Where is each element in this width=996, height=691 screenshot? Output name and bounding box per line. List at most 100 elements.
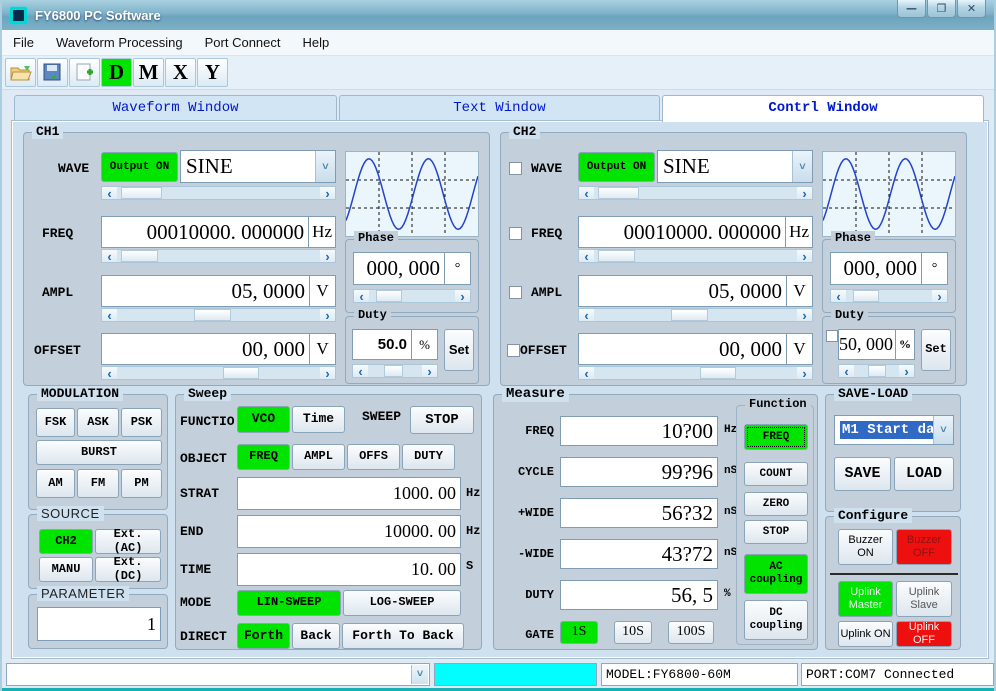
ch2-duty-field[interactable]: 50, 000 % — [838, 329, 915, 360]
ch2-ampl-scrollbar[interactable]: ‹ › — [578, 308, 813, 322]
gate-1s-button[interactable]: 1S — [560, 621, 598, 644]
ch2-phase-field[interactable]: 000, 000 ° — [830, 252, 948, 285]
menu-port-connect[interactable]: Port Connect — [194, 31, 292, 54]
uplink-on-button[interactable]: Uplink ON — [838, 621, 893, 647]
scroll-left-icon[interactable]: ‹ — [831, 290, 846, 302]
scroll-right-icon[interactable]: › — [797, 309, 812, 321]
function-count-button[interactable]: COUNT — [744, 462, 808, 486]
scroll-left-icon[interactable]: ‹ — [102, 309, 117, 321]
ch2-freq-field[interactable]: 00010000. 000000 Hz — [578, 216, 813, 248]
modulation-psk-button[interactable]: PSK — [121, 408, 162, 437]
scroll-left-icon[interactable]: ‹ — [579, 187, 594, 199]
sweep-end-field[interactable]: 10000. 00 — [237, 515, 461, 548]
chevron-down-icon[interactable]: ˅ — [792, 151, 812, 182]
scroll-right-icon[interactable]: › — [797, 187, 812, 199]
modulation-ask-button[interactable]: ASK — [77, 408, 119, 437]
sweep-lin-sweep-button[interactable]: LIN-SWEEP — [237, 590, 341, 616]
ch1-phase-scrollbar[interactable]: ‹ › — [353, 289, 471, 303]
scrollbar-track[interactable] — [117, 250, 320, 262]
scrollbar-track[interactable] — [594, 309, 797, 321]
modulation-am-button[interactable]: AM — [36, 469, 75, 498]
scroll-left-icon[interactable]: ‹ — [102, 187, 117, 199]
scrollbar-thumb[interactable] — [376, 290, 402, 302]
ch2-ampl-field[interactable]: 05, 0000 V — [578, 275, 813, 307]
ch2-phase-value[interactable]: 000, 000 — [831, 256, 921, 281]
tool-m-button[interactable]: M — [133, 58, 164, 87]
buzzer-on-button[interactable]: Buzzer ON — [838, 529, 893, 565]
ch2-offset-checkbox[interactable] — [507, 344, 520, 357]
scroll-right-icon[interactable]: › — [320, 367, 335, 379]
ch1-phase-value[interactable]: 000, 000 — [354, 256, 444, 281]
scroll-left-icon[interactable]: ‹ — [102, 250, 117, 262]
scroll-right-icon[interactable]: › — [455, 290, 470, 302]
source-ext-dc-button[interactable]: Ext. (DC) — [95, 557, 161, 582]
sweep-time-button[interactable]: Time — [292, 406, 345, 433]
scrollbar-thumb[interactable] — [700, 367, 737, 379]
tool-y-button[interactable]: Y — [197, 58, 228, 87]
status-message-select[interactable]: ˅ — [6, 663, 430, 686]
title-bar[interactable]: FY6800 PC Software — ❐ ✕ — [2, 0, 994, 30]
scrollbar-thumb[interactable] — [121, 187, 162, 199]
modulation-burst-button[interactable]: BURST — [36, 440, 162, 465]
source-ext-ac-button[interactable]: Ext. (AC) — [95, 529, 161, 554]
ch2-freq-scrollbar[interactable]: ‹ › — [578, 249, 813, 263]
scrollbar-track[interactable] — [369, 290, 455, 302]
modulation-fsk-button[interactable]: FSK — [36, 408, 75, 437]
source-manu-button[interactable]: MANU — [39, 557, 93, 582]
buzzer-off-button[interactable]: Buzzer OFF — [896, 529, 952, 565]
scrollbar-thumb[interactable] — [384, 365, 403, 377]
maximize-button[interactable]: ❐ — [927, 0, 956, 18]
sweep-time-field[interactable]: 10. 00 — [237, 553, 461, 586]
ch1-freq-field[interactable]: 00010000. 000000 Hz — [101, 216, 336, 248]
ch1-offset-field[interactable]: 00, 000 V — [101, 333, 336, 365]
close-button[interactable]: ✕ — [957, 0, 986, 18]
ch2-offset-field[interactable]: 00, 000 V — [578, 333, 813, 365]
scroll-right-icon[interactable]: › — [320, 250, 335, 262]
scrollbar-track[interactable] — [117, 309, 320, 321]
scroll-right-icon[interactable]: › — [320, 309, 335, 321]
ch1-duty-set-button[interactable]: Set — [444, 329, 474, 371]
tab-contrl-window[interactable]: Contrl Window — [662, 95, 984, 122]
chevron-down-icon[interactable]: ˅ — [411, 665, 428, 684]
scrollbar-track[interactable] — [117, 187, 320, 199]
sweep-direct-forth-to-back-button[interactable]: Forth To Back — [342, 623, 464, 649]
gate-10s-button[interactable]: 10S — [614, 621, 652, 644]
parameter-field[interactable]: 1 — [37, 607, 161, 641]
scroll-right-icon[interactable]: › — [797, 250, 812, 262]
ch2-duty-checkbox[interactable] — [826, 330, 838, 342]
chevron-down-icon[interactable]: ˅ — [315, 151, 335, 182]
sweep-log-sweep-button[interactable]: LOG-SWEEP — [343, 590, 461, 616]
scrollbar-thumb[interactable] — [194, 309, 231, 321]
minimize-button[interactable]: — — [897, 0, 926, 18]
ch2-wave-select[interactable]: SINE ˅ — [657, 150, 813, 183]
gate-100s-button[interactable]: 100S — [668, 621, 714, 644]
scrollbar-track[interactable] — [594, 187, 797, 199]
sweep-object-offs-button[interactable]: OFFS — [347, 444, 400, 470]
open-file-button[interactable] — [5, 58, 36, 87]
ch2-freq-value[interactable]: 00010000. 000000 — [579, 220, 785, 245]
scrollbar-track[interactable] — [594, 367, 797, 379]
uplink-master-button[interactable]: Uplink Master — [838, 581, 893, 617]
ch1-phase-field[interactable]: 000, 000 ° — [353, 252, 471, 285]
ch2-ampl-value[interactable]: 05, 0000 — [579, 279, 786, 304]
scroll-right-icon[interactable]: › — [422, 365, 437, 377]
scrollbar-thumb[interactable] — [671, 309, 708, 321]
add-waveform-button[interactable] — [69, 58, 100, 87]
ch1-ampl-field[interactable]: 05, 0000 V — [101, 275, 336, 307]
ch1-ampl-value[interactable]: 05, 0000 — [102, 279, 309, 304]
ch2-offset-scrollbar[interactable]: ‹ › — [578, 366, 813, 380]
ch1-wave-scrollbar[interactable]: ‹ › — [101, 186, 336, 200]
sweep-vco-button[interactable]: VCO — [237, 406, 290, 433]
menu-file[interactable]: File — [2, 31, 45, 54]
sweep-direct-back-button[interactable]: Back — [292, 623, 340, 649]
scroll-right-icon[interactable]: › — [899, 365, 914, 377]
sweep-object-duty-button[interactable]: DUTY — [402, 444, 455, 470]
function-ac-coupling-button[interactable]: AC coupling — [744, 554, 808, 594]
scroll-left-icon[interactable]: ‹ — [353, 365, 368, 377]
ch1-duty-field[interactable]: 50.0 % — [352, 329, 438, 360]
sweep-start-field[interactable]: 1000. 00 — [237, 477, 461, 510]
ch2-duty-set-button[interactable]: Set — [921, 329, 951, 371]
ch2-output-toggle[interactable]: Output ON — [578, 152, 655, 182]
save-button[interactable]: SAVE — [834, 457, 891, 491]
function-dc-coupling-button[interactable]: DC coupling — [744, 600, 808, 640]
